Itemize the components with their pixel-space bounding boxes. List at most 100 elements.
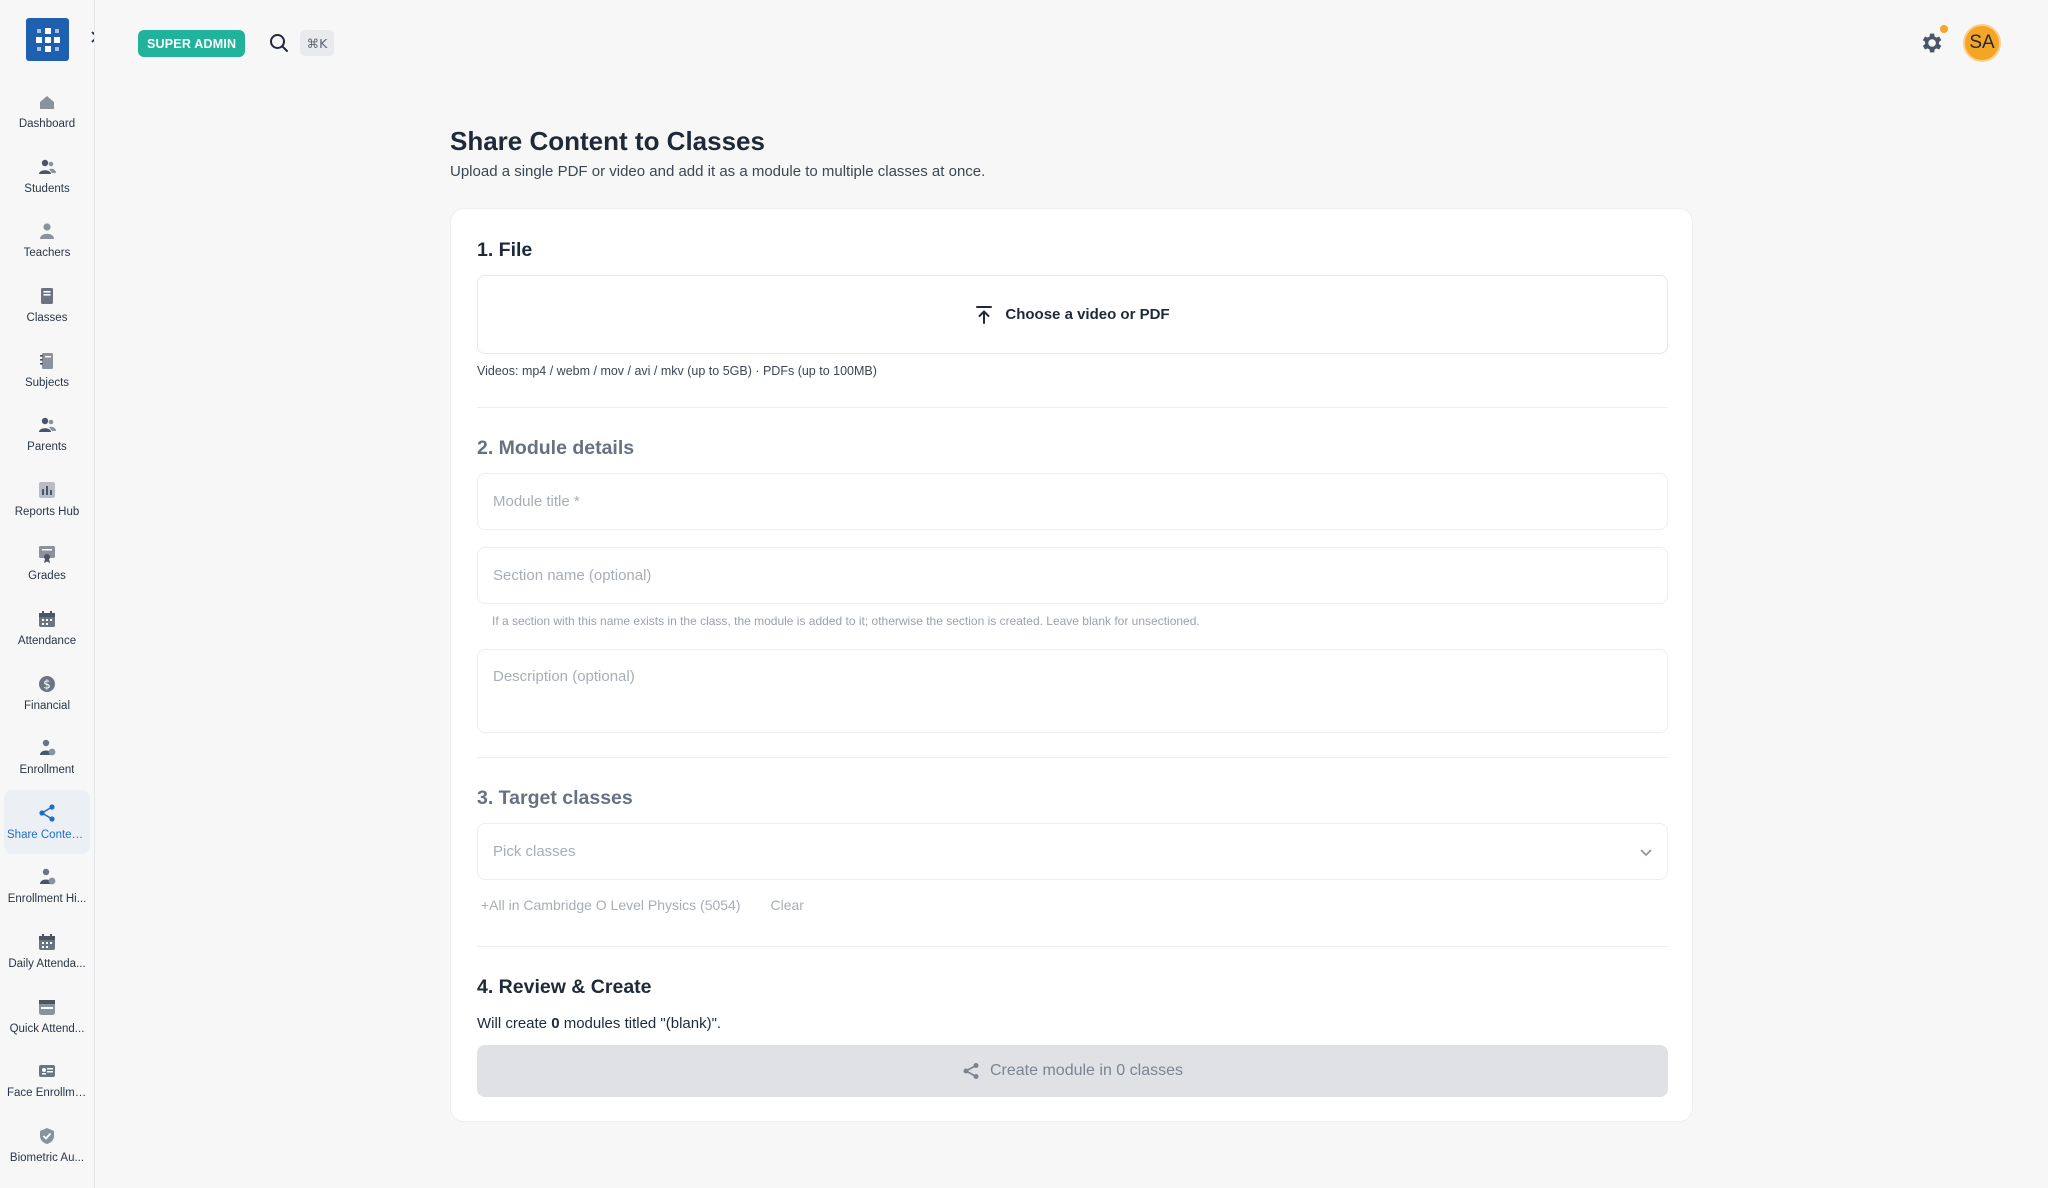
class-picker-actions: +All in Cambridge O Level Physics (5054)… xyxy=(481,897,804,913)
upload-icon xyxy=(976,305,993,324)
page-subtitle: Upload a single PDF or video and add it … xyxy=(450,163,986,180)
description-placeholder: Description (optional) xyxy=(493,668,635,685)
calendar-icon xyxy=(39,934,55,951)
sidebar-item-label: Classes xyxy=(26,312,68,325)
role-badge: SUPER ADMIN xyxy=(138,30,246,57)
upload-label: Choose a video or PDF xyxy=(1005,306,1170,323)
notebook-icon xyxy=(40,352,53,369)
search-shortcut-hint: ⌘K xyxy=(300,30,334,56)
share-content-card: 1. File Choose a video or PDF Videos: mp… xyxy=(450,208,1693,1122)
summary-suffix: modules titled "(blank)". xyxy=(559,1015,722,1032)
bar-chart-icon xyxy=(39,481,55,498)
home-icon xyxy=(40,96,54,110)
summary-prefix: Will create xyxy=(477,1015,552,1032)
app-logo[interactable] xyxy=(26,18,69,61)
divider xyxy=(477,407,1668,408)
users-icon xyxy=(39,159,56,174)
description-textarea[interactable]: Description (optional) xyxy=(477,649,1668,733)
sidebar-item-label: Attendance xyxy=(17,635,77,648)
chevron-right-icon xyxy=(91,31,94,43)
sidebar-item-reports-hub[interactable]: Reports Hub xyxy=(4,467,90,532)
sidebar-item-financial[interactable]: $ Financial xyxy=(4,660,90,725)
module-title-placeholder: Module title * xyxy=(493,493,580,510)
sidebar-item-label: Quick Attend... xyxy=(9,1022,85,1035)
create-module-button[interactable]: Create module in 0 classes xyxy=(477,1045,1668,1097)
class-picker-select[interactable]: Pick classes xyxy=(477,823,1668,880)
sidebar-item-label: Biometric Au... xyxy=(9,1151,85,1164)
section-name-input[interactable]: Section name (optional) xyxy=(477,547,1668,604)
sidebar-item-students[interactable]: Students xyxy=(4,144,90,209)
sidebar-item-label: Parents xyxy=(27,441,67,454)
target-section-title: 3. Target classes xyxy=(477,787,633,809)
sidebar-item-subjects[interactable]: Subjects xyxy=(4,337,90,402)
sidebar: Dashboard Students Teachers Classes Subjects… xyxy=(0,0,95,1188)
user-icon xyxy=(40,223,54,240)
module-title-input[interactable]: Module title * xyxy=(477,473,1668,530)
search-button[interactable] xyxy=(268,32,290,54)
sidebar-item-grades[interactable]: Grades xyxy=(4,531,90,596)
file-format-hint: Videos: mp4 / webm / mov / avi / mkv (up… xyxy=(477,364,877,378)
user-avatar[interactable]: SA xyxy=(1963,24,2001,62)
sidebar-item-label: Financial xyxy=(23,699,71,712)
svg-text:$: $ xyxy=(43,677,51,691)
gear-icon xyxy=(1922,33,1942,53)
search-icon xyxy=(270,34,288,52)
shield-check-icon xyxy=(40,1127,54,1144)
clear-classes-link[interactable]: Clear xyxy=(771,897,804,913)
sidebar-item-parents[interactable]: Parents xyxy=(4,402,90,467)
sidebar-item-dashboard[interactable]: Dashboard xyxy=(4,79,90,144)
user-history-icon xyxy=(40,869,56,885)
sidebar-item-label: Teachers xyxy=(23,247,71,260)
review-summary: Will create 0 modules titled "(blank)". xyxy=(477,1015,721,1032)
sidebar-item-attendance[interactable]: Attendance xyxy=(4,596,90,661)
app-root: Dashboard Students Teachers Classes Subjects… xyxy=(0,0,2048,1188)
file-upload-dropzone[interactable]: Choose a video or PDF xyxy=(477,275,1668,354)
sidebar-item-label: Students xyxy=(24,182,70,195)
sidebar-item-biometric-au[interactable]: Biometric Au... xyxy=(4,1113,90,1178)
settings-button[interactable] xyxy=(1918,30,1944,56)
class-picker-placeholder: Pick classes xyxy=(493,843,576,860)
sidebar-item-label: Daily Attenda... xyxy=(8,958,86,971)
sidebar-item-label: Grades xyxy=(28,570,66,583)
sidebar-item-classes[interactable]: Classes xyxy=(4,273,90,338)
sidebar-item-label: Share Conten... xyxy=(7,828,87,841)
certificate-icon xyxy=(39,546,55,564)
create-button-label: Create module in 0 classes xyxy=(990,1062,1183,1079)
book-icon xyxy=(41,288,53,305)
section-name-placeholder: Section name (optional) xyxy=(493,567,652,584)
id-card-icon xyxy=(39,1065,55,1078)
review-section-title: 4. Review & Create xyxy=(477,976,652,998)
user-plus-icon xyxy=(40,740,56,756)
sidebar-item-label: Subjects xyxy=(24,376,70,389)
sidebar-item-label: Reports Hub xyxy=(14,505,80,518)
sidebar-item-enrollment[interactable]: Enrollment xyxy=(4,725,90,790)
notification-dot xyxy=(1940,25,1948,33)
sidebar-item-teachers[interactable]: Teachers xyxy=(4,208,90,273)
divider xyxy=(477,946,1668,947)
sidebar-item-label: Enrollment Hi... xyxy=(7,893,87,906)
logo-icon xyxy=(35,27,60,52)
page-title: Share Content to Classes xyxy=(450,126,765,156)
summary-count: 0 xyxy=(551,1015,560,1032)
sidebar-item-label: Face Enrollme... xyxy=(7,1087,87,1100)
divider xyxy=(477,757,1668,758)
sidebar-item-label: Dashboard xyxy=(18,118,76,131)
sidebar-item-enrollment-hi[interactable]: Enrollment Hi... xyxy=(4,854,90,919)
share-icon xyxy=(39,804,55,822)
sidebar-item-face-enrollme[interactable]: Face Enrollme... xyxy=(4,1048,90,1113)
calendar-icon xyxy=(39,611,55,628)
file-section-title: 1. File xyxy=(477,239,533,261)
dollar-icon: $ xyxy=(39,675,55,692)
add-all-classes-link[interactable]: +All in Cambridge O Level Physics (5054) xyxy=(481,897,741,913)
sidebar-item-daily-attenda[interactable]: Daily Attenda... xyxy=(4,919,90,984)
share-icon xyxy=(963,1063,979,1079)
users-icon xyxy=(39,418,56,433)
sidebar-item-quick-attend[interactable]: Quick Attend... xyxy=(4,983,90,1048)
sidebar-nav: Dashboard Students Teachers Classes Subjects… xyxy=(4,79,90,1177)
section-name-hint: If a section with this name exists in th… xyxy=(492,614,1200,628)
details-section-title: 2. Module details xyxy=(477,437,635,459)
sidebar-item-share-conten[interactable]: Share Conten... xyxy=(4,789,90,855)
chevron-down-icon xyxy=(1640,848,1652,856)
sidebar-expand-button[interactable] xyxy=(86,26,94,48)
sidebar-item-label: Enrollment xyxy=(19,764,75,777)
